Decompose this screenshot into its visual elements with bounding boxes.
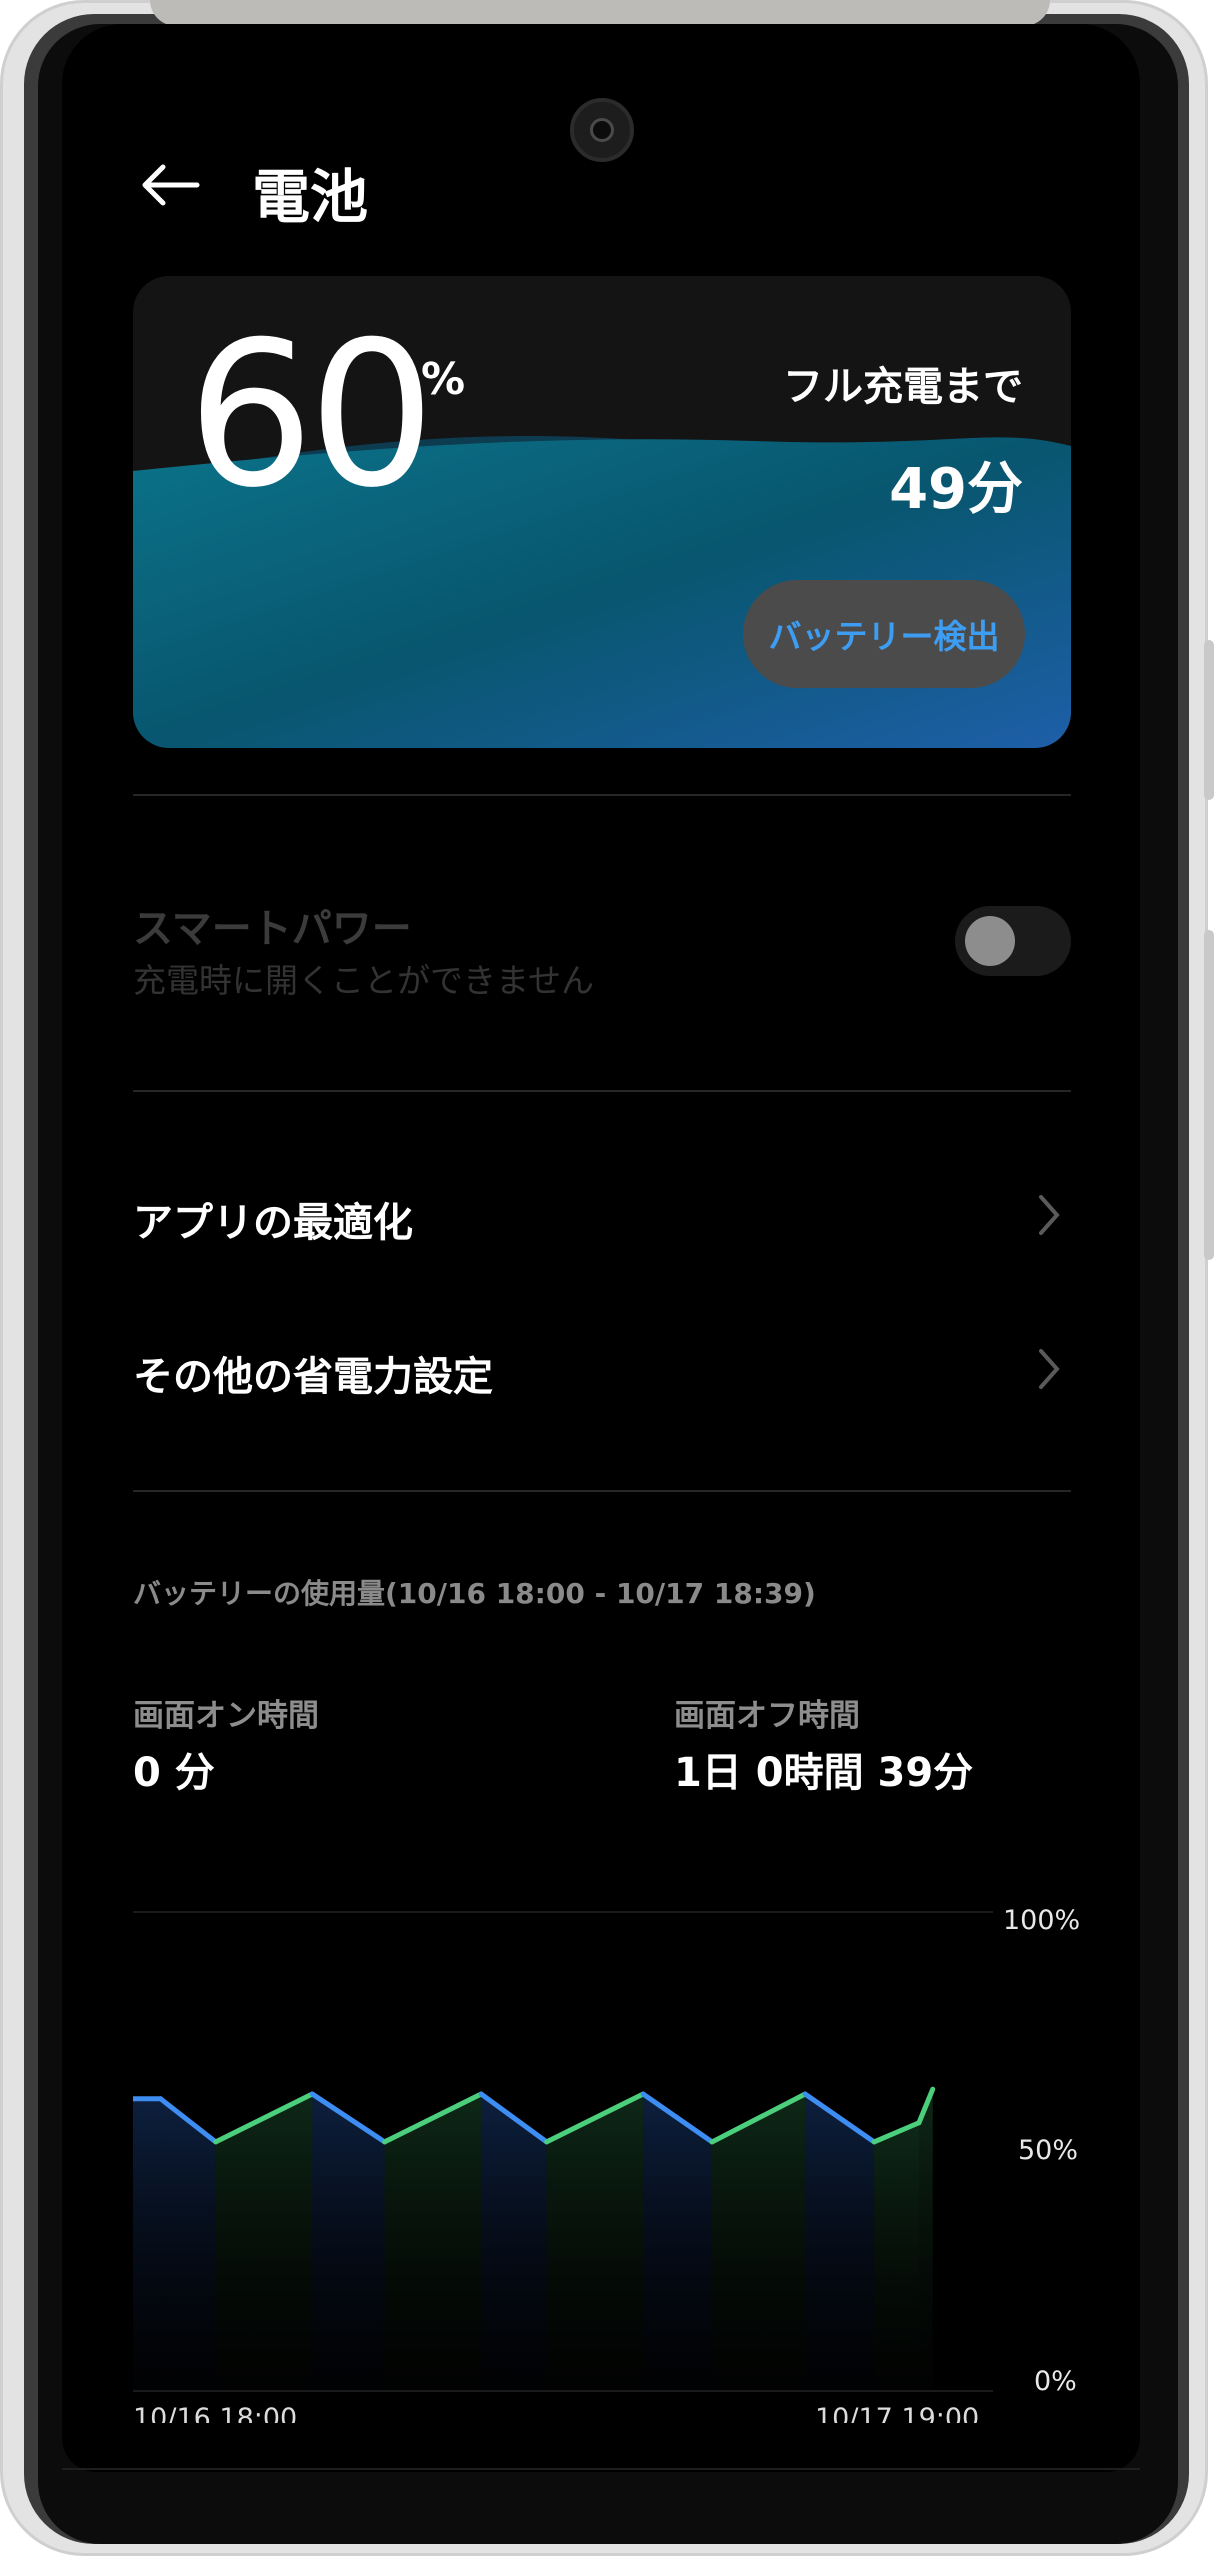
screen-on-value: 0 分 <box>133 1750 215 1796</box>
x-tick-start: 10/16 18:00 <box>133 2403 298 2423</box>
power-button <box>1204 930 1214 1260</box>
chart-area-segment <box>312 2094 385 2391</box>
divider <box>133 794 1071 796</box>
x-tick-end: 10/17 19:00 <box>815 2403 980 2423</box>
battery-usage-chart <box>133 1911 993 2392</box>
screen-off-label: 画面オフ時間 <box>674 1698 860 1734</box>
chart-area-segment <box>874 2122 919 2391</box>
screen-bottom-edge <box>62 2468 1140 2470</box>
chart-area-segment <box>384 2094 482 2391</box>
chevron-right-icon[interactable] <box>1036 1346 1062 1392</box>
smart-power-title: スマートパワー <box>133 906 412 952</box>
y-tick-50: 50% <box>1018 2135 1079 2166</box>
chart-area-segment <box>712 2094 806 2391</box>
screen-off-value: 1日 0時間 39分 <box>674 1750 974 1796</box>
battery-detect-button[interactable]: バッテリー検出 <box>743 580 1025 688</box>
page-title: 電池 <box>252 163 369 231</box>
app-optimization-item[interactable]: アプリの最適化 <box>133 1190 413 1248</box>
camera-icon <box>570 98 634 162</box>
y-tick-100: 100% <box>1003 1905 1081 1936</box>
chart-area-segment <box>133 2098 161 2391</box>
device-top-edge <box>150 0 1050 26</box>
full-charge-label: フル充電まで <box>783 364 1023 410</box>
chart-area-segment <box>918 2089 933 2391</box>
back-arrow-icon[interactable] <box>135 160 205 210</box>
smart-power-toggle[interactable] <box>955 906 1071 976</box>
full-charge-time: 49分 <box>889 457 1023 522</box>
chart-area-segment <box>643 2094 713 2391</box>
battery-percent: 60 <box>187 299 435 532</box>
usage-period-label: バッテリーの使用量(10/16 18:00 - 10/17 18:39) <box>133 1577 816 1610</box>
chart-area-segment <box>805 2094 875 2391</box>
chart-area-segment <box>160 2098 216 2391</box>
toggle-knob <box>965 916 1015 966</box>
battery-card: 60 % フル充電まで 49分 バッテリー検出 <box>133 276 1071 748</box>
smart-power-subtitle: 充電時に開くことができません <box>133 961 595 1000</box>
divider <box>133 1090 1071 1092</box>
volume-button <box>1204 640 1214 800</box>
y-tick-0: 0% <box>1034 2366 1077 2397</box>
divider <box>133 1490 1071 1492</box>
chart-area-segment <box>215 2094 313 2391</box>
chart-area-segment <box>481 2094 547 2391</box>
screen-on-label: 画面オン時間 <box>133 1698 319 1734</box>
chevron-right-icon[interactable] <box>1036 1192 1062 1238</box>
other-power-saving-item[interactable]: その他の省電力設定 <box>133 1344 493 1402</box>
percent-sign: % <box>421 354 466 405</box>
chart-area-segment <box>546 2094 644 2391</box>
